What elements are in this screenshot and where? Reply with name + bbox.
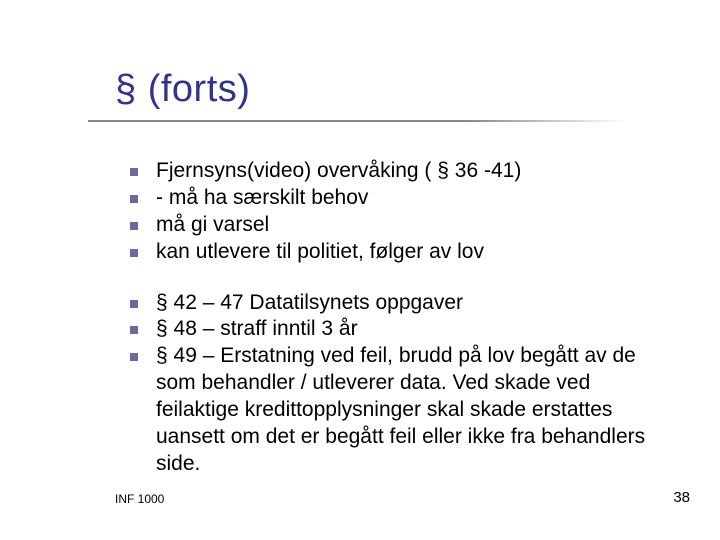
list-item: må gi varsel [130,212,665,239]
list-item: § 48 – straff inntil 3 år [130,316,665,343]
list-item-text: § 48 – straff inntil 3 år [156,316,665,343]
bullet-group: Fjernsyns(video) overvåking ( § 36 -41) … [130,158,665,266]
list-item: - må ha særskilt behov [130,185,665,212]
title-underline [88,120,628,122]
bullet-group: § 42 – 47 Datatilsynets oppgaver § 48 – … [130,290,665,478]
bullet-icon [130,222,138,230]
bullet-icon [130,353,138,361]
list-item-text: § 49 – Erstatning ved feil, brudd på lov… [156,343,665,477]
list-item: § 42 – 47 Datatilsynets oppgaver [130,290,665,317]
bullet-icon [130,249,138,257]
bullet-icon [130,168,138,176]
bullet-icon [130,300,138,308]
bullet-icon [130,195,138,203]
list-item-text: kan utlevere til politiet, følger av lov [156,239,665,266]
list-item-text: - må ha særskilt behov [156,185,665,212]
list-item: § 49 – Erstatning ved feil, brudd på lov… [130,343,665,477]
slide: § (forts) Fjernsyns(video) overvåking ( … [0,0,720,540]
slide-number: 38 [673,489,690,506]
list-item: kan utlevere til politiet, følger av lov [130,239,665,266]
slide-title: § (forts) [115,68,250,111]
list-item-text: må gi varsel [156,212,665,239]
bullet-icon [130,326,138,334]
slide-body: Fjernsyns(video) overvåking ( § 36 -41) … [130,158,665,502]
list-item-text: Fjernsyns(video) overvåking ( § 36 -41) [156,158,665,185]
list-item: Fjernsyns(video) overvåking ( § 36 -41) [130,158,665,185]
footer-left: INF 1000 [115,492,164,506]
list-item-text: § 42 – 47 Datatilsynets oppgaver [156,290,665,317]
